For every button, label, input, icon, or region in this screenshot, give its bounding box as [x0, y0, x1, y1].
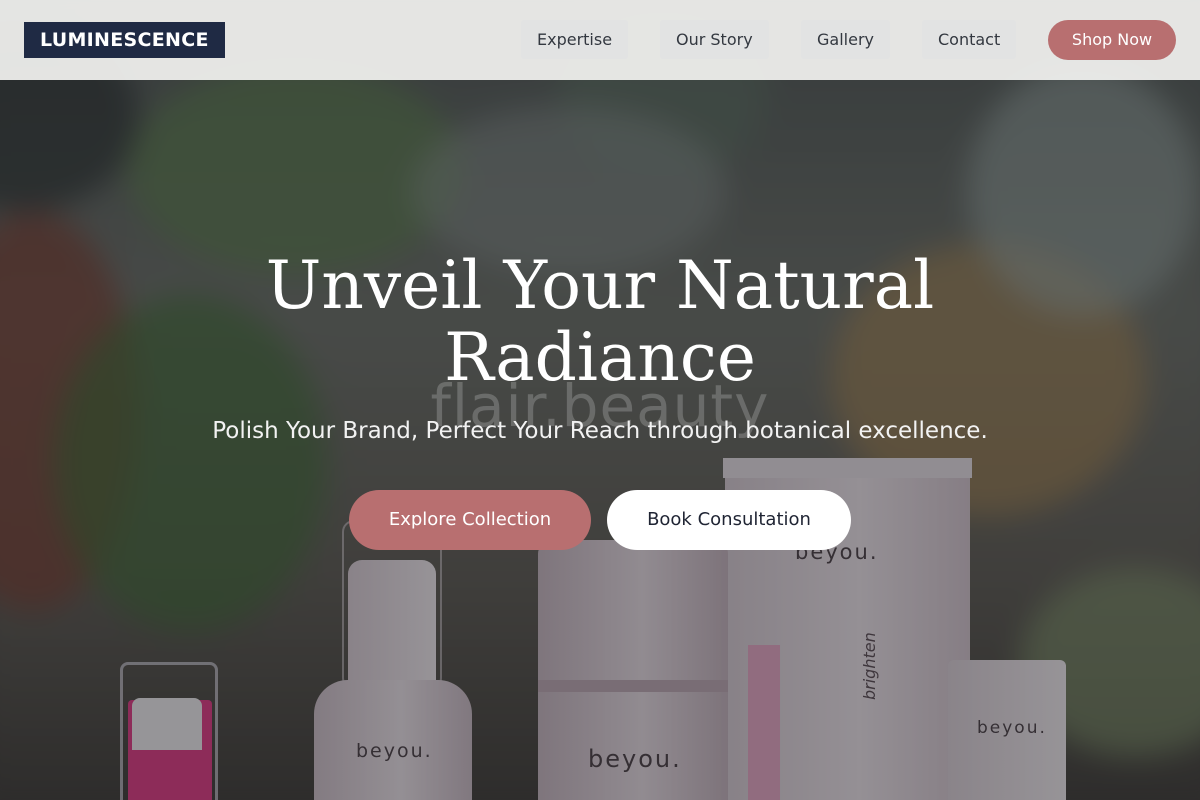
nav-expertise[interactable]: Expertise	[521, 20, 629, 59]
book-consultation-button[interactable]: Book Consultation	[607, 490, 851, 550]
nav-our-story[interactable]: Our Story	[660, 20, 769, 59]
nav-contact[interactable]: Contact	[922, 20, 1017, 59]
hero-subtitle: Polish Your Brand, Perfect Your Reach th…	[212, 418, 988, 444]
nav-gallery[interactable]: Gallery	[801, 20, 890, 59]
shop-now-button[interactable]: Shop Now	[1048, 20, 1176, 60]
site-header: LUMINESCENCE Expertise Our Story Gallery…	[0, 0, 1200, 80]
explore-collection-button[interactable]: Explore Collection	[349, 490, 591, 550]
hero-section: beyou. beyou. beyou. beyou. brighten fla…	[0, 0, 1200, 800]
hero-title: Unveil Your Natural Radiance	[265, 247, 935, 396]
brand-logo[interactable]: LUMINESCENCE	[24, 22, 225, 58]
